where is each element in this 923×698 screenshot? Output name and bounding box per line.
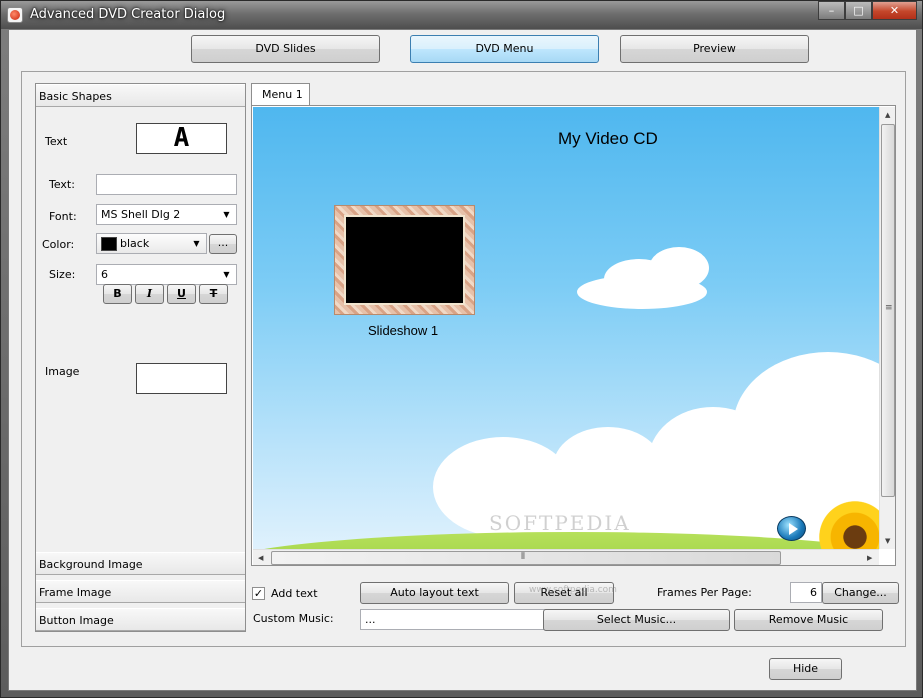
italic-button[interactable]: I [135,284,164,304]
cloud-shape [577,275,707,309]
scroll-down-icon[interactable]: ▼ [885,537,890,545]
change-button[interactable]: Change... [822,582,899,604]
slideshow-thumbnail-image [344,215,465,305]
softpedia-watermark-url: www.softpedia.com [529,585,617,595]
editor-frame: Basic Shapes Text A Text: Font: MS Shell… [21,71,906,647]
horizontal-scrollbar[interactable]: ◀ ⦀ ▶ [253,549,879,565]
scroll-right-icon[interactable]: ▶ [867,554,872,562]
slideshow-label[interactable]: Slideshow 1 [368,323,438,338]
text-field-label: Text: [49,178,75,191]
scroll-left-icon[interactable]: ◀ [258,554,263,562]
tools-panel: Basic Shapes Text A Text: Font: MS Shell… [35,83,246,632]
size-select[interactable]: 6 ▼ [96,264,237,285]
size-label: Size: [49,268,76,281]
bold-button[interactable]: B [103,284,132,304]
text-section-label: Text [45,135,68,148]
button-image-header[interactable]: Button Image [36,608,245,631]
play-icon[interactable] [777,516,806,541]
custom-music-field[interactable]: ... [360,609,546,630]
frame-image-header[interactable]: Frame Image [36,580,245,603]
dvd-slides-button[interactable]: DVD Slides [191,35,380,63]
image-section-label: Image [45,365,80,378]
minimize-button[interactable]: – [818,1,845,20]
frames-per-page-field[interactable]: 6 [790,582,822,603]
menu-background-image[interactable]: My Video CD Slideshow 1 [253,107,879,549]
text-input[interactable] [96,174,237,195]
vertical-scrollbar[interactable]: ▲ ≡ ▼ [879,107,895,549]
background-image-header[interactable]: Background Image [36,552,245,575]
font-select[interactable]: MS Shell Dlg 2 ▼ [96,204,237,225]
chevron-down-icon: ▼ [223,270,230,279]
basic-shapes-header[interactable]: Basic Shapes [36,84,245,107]
select-music-button[interactable]: Select Music... [543,609,730,631]
dvd-menu-button[interactable]: DVD Menu [410,35,599,63]
slideshow-thumbnail[interactable] [334,205,475,315]
dialog-client-area: DVD Slides DVD Menu Preview Basic Shapes… [8,29,917,691]
vertical-scroll-thumb[interactable]: ≡ [881,124,895,497]
app-icon[interactable] [7,7,23,23]
add-text-checkbox[interactable]: ✓ [252,587,265,600]
image-preview-box[interactable] [136,363,227,394]
grip-icon: ≡ [885,303,893,313]
remove-music-button[interactable]: Remove Music [734,609,883,631]
scroll-up-icon[interactable]: ▲ [885,111,890,119]
color-more-button[interactable]: ... [209,234,237,254]
menu-canvas: My Video CD Slideshow 1 ▲ ≡ ▼ ◀ ⦀ ▶ [251,105,896,566]
auto-layout-text-button[interactable]: Auto layout text [360,582,509,604]
color-select[interactable]: black ▼ [96,233,207,254]
horizontal-scroll-thumb[interactable]: ⦀ [271,551,781,565]
menu-title-text[interactable]: My Video CD [558,129,658,149]
grip-icon: ⦀ [521,552,525,562]
chevron-down-icon: ▼ [223,210,230,219]
maximize-button[interactable]: □ [845,1,872,20]
text-preview-box[interactable]: A [136,123,227,154]
font-select-value: MS Shell Dlg 2 [101,208,181,221]
window-title: Advanced DVD Creator Dialog [30,7,226,22]
softpedia-watermark: SOFTPEDIA [489,511,631,535]
text-preview-glyph: A [173,123,190,153]
app-window: Advanced DVD Creator Dialog – □ ✕ DVD Sl… [0,0,923,698]
hide-button[interactable]: Hide [769,658,842,680]
custom-music-label: Custom Music: [253,612,334,625]
preview-button[interactable]: Preview [620,35,809,63]
title-bar[interactable]: Advanced DVD Creator Dialog – □ ✕ [1,1,922,29]
close-button[interactable]: ✕ [872,1,917,20]
frames-per-page-label: Frames Per Page: [657,586,752,599]
color-label: Color: [42,238,75,251]
chevron-down-icon: ▼ [193,239,200,248]
strikethrough-button[interactable]: T [199,284,228,304]
tab-menu-1[interactable]: Menu 1 [251,83,310,106]
color-swatch [101,237,117,251]
underline-button[interactable]: U [167,284,196,304]
color-select-value: black [120,237,150,250]
window-controls: – □ ✕ [818,1,917,20]
add-text-label[interactable]: Add text [271,587,318,600]
size-select-value: 6 [101,268,108,281]
font-label: Font: [49,210,77,223]
